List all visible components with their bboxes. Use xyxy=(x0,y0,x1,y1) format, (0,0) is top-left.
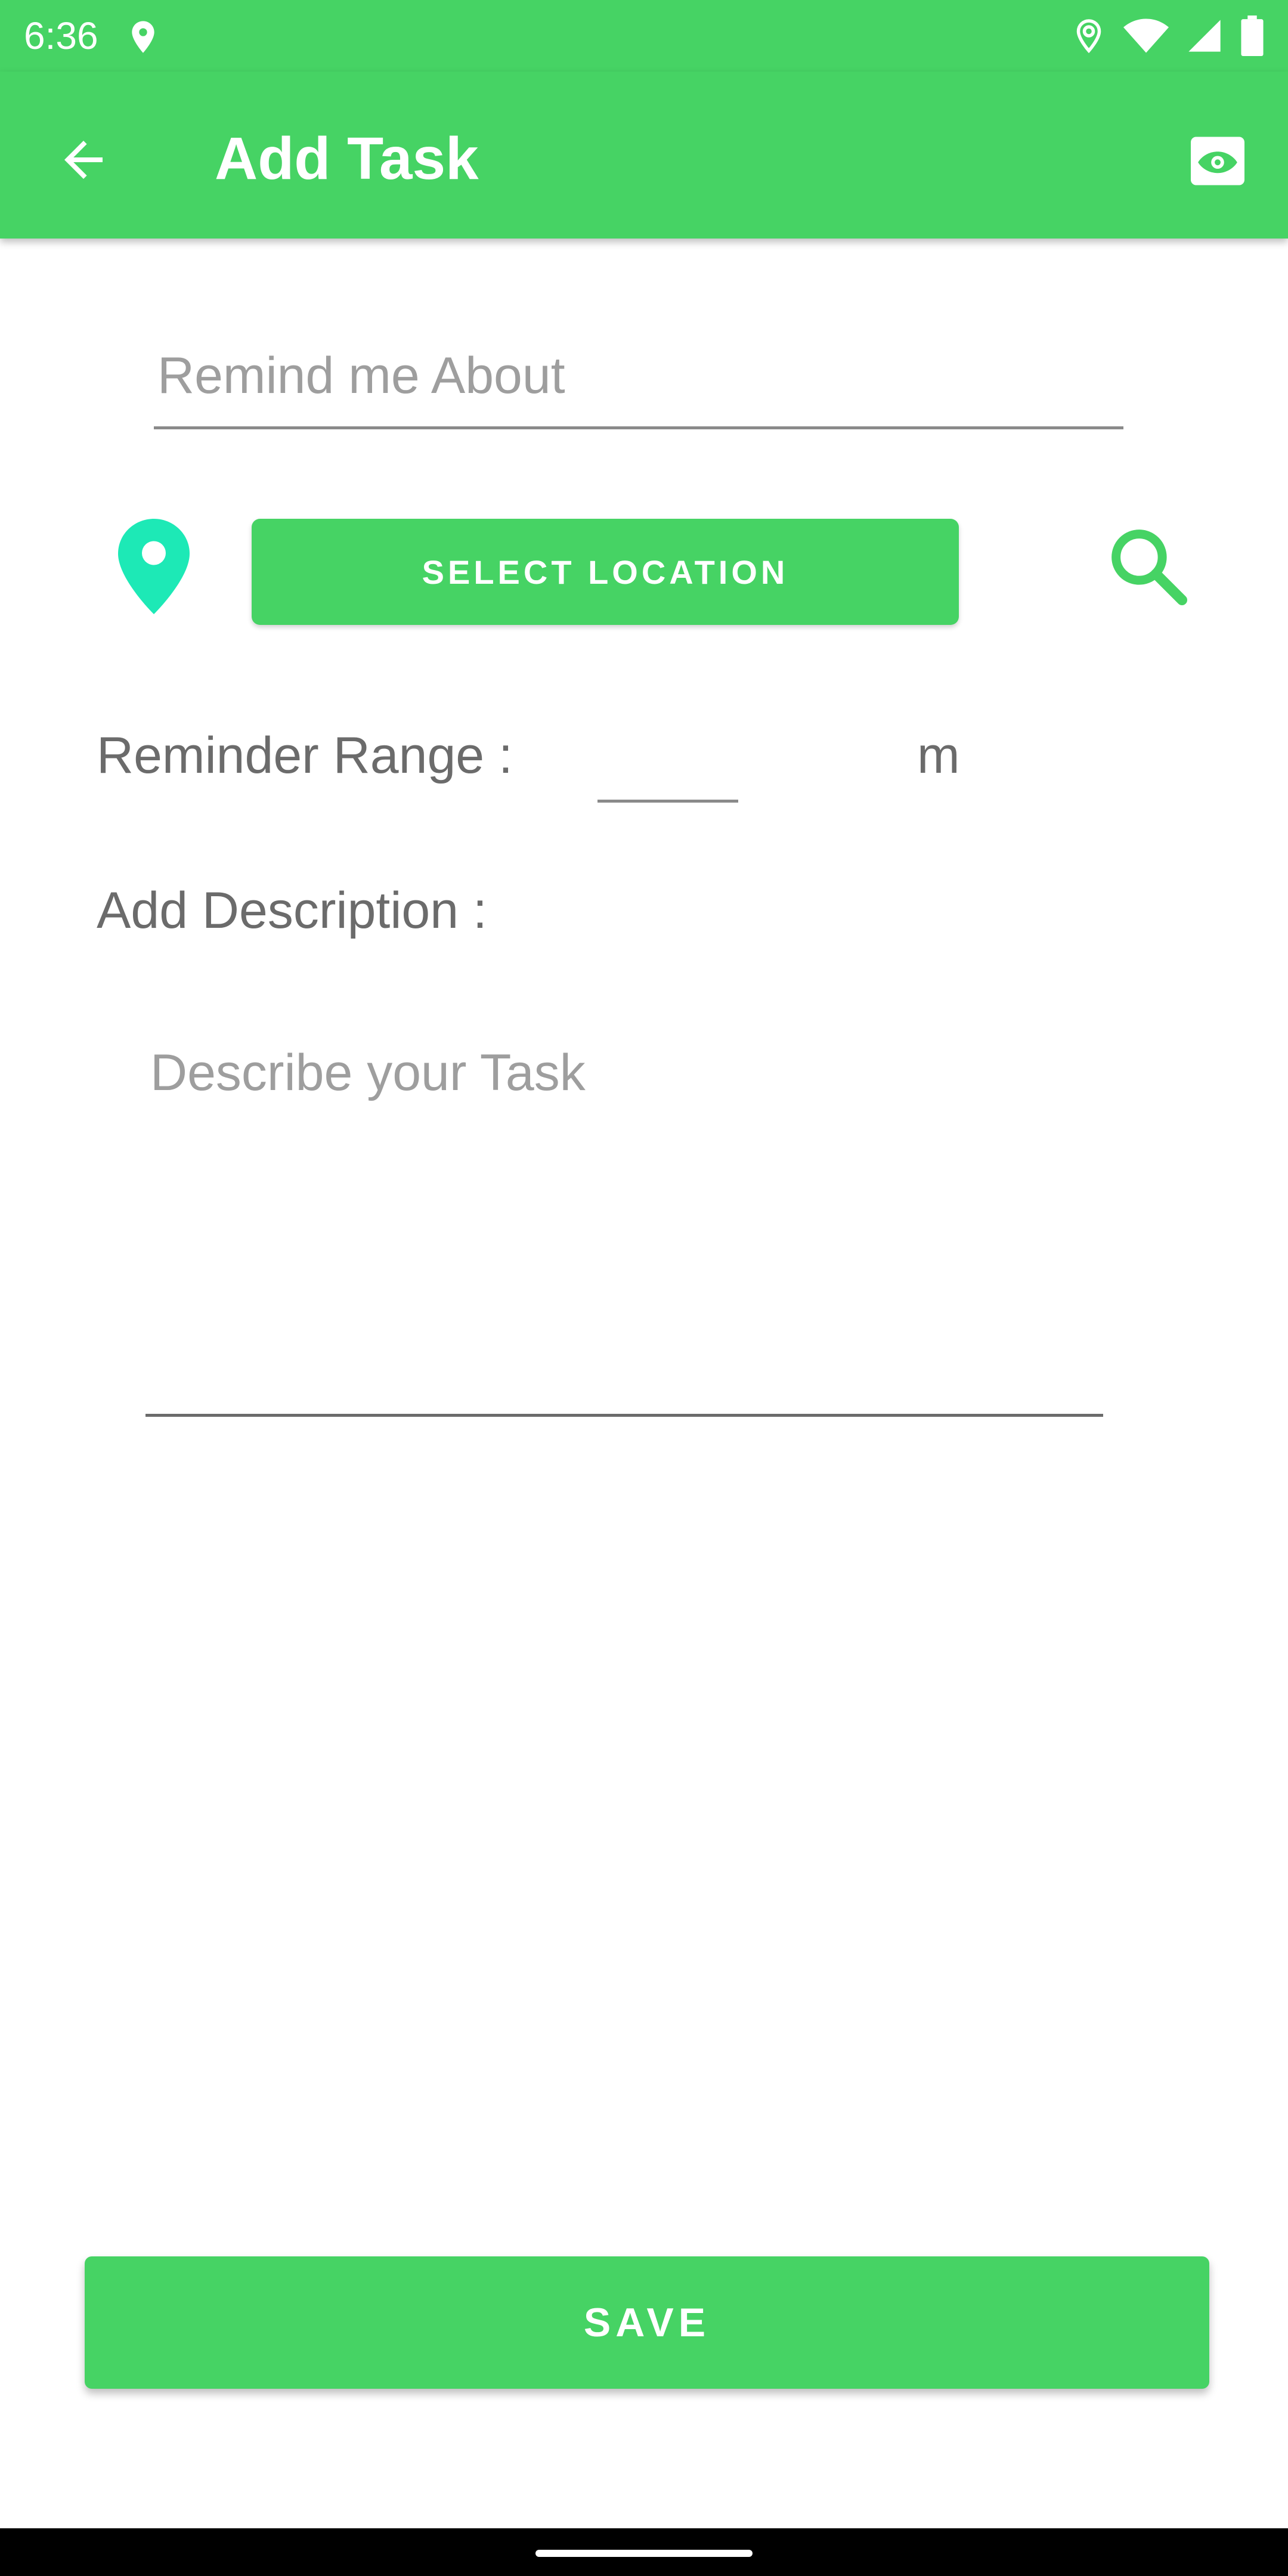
signal-icon xyxy=(1188,20,1221,52)
range-unit-label: m xyxy=(917,727,960,784)
preview-button[interactable] xyxy=(1176,119,1259,203)
select-location-button[interactable]: SELECT LOCATION xyxy=(252,519,959,625)
location-icon xyxy=(132,21,154,53)
back-button[interactable] xyxy=(48,124,119,196)
description-input[interactable] xyxy=(145,1038,1103,1417)
battery-icon xyxy=(1241,16,1264,56)
home-gesture-handle[interactable] xyxy=(535,2550,753,2557)
remind-about-input[interactable] xyxy=(154,334,1123,429)
save-label: SAVE xyxy=(583,2300,711,2345)
description-label: Add Description : xyxy=(97,882,487,939)
search-location-button[interactable] xyxy=(1095,513,1202,620)
wifi-icon xyxy=(1123,18,1169,53)
reminder-range-input[interactable] xyxy=(597,716,738,803)
location-pin-icon xyxy=(118,519,190,614)
page-title: Add Task xyxy=(215,125,479,192)
navigation-bar xyxy=(0,2528,1288,2576)
status-icons xyxy=(1071,12,1264,60)
location-icon xyxy=(1076,19,1101,54)
reminder-range-label: Reminder Range : xyxy=(97,727,513,784)
save-button[interactable]: SAVE xyxy=(85,2256,1209,2389)
search-icon xyxy=(1111,530,1187,605)
status-bar: 6:36 xyxy=(0,0,1288,72)
select-location-label: SELECT LOCATION xyxy=(422,553,789,591)
status-time: 6:36 xyxy=(24,14,98,57)
arrow-left-icon xyxy=(64,141,103,179)
eye-preview-icon xyxy=(1191,137,1244,185)
app-bar: Add Task xyxy=(0,72,1288,239)
